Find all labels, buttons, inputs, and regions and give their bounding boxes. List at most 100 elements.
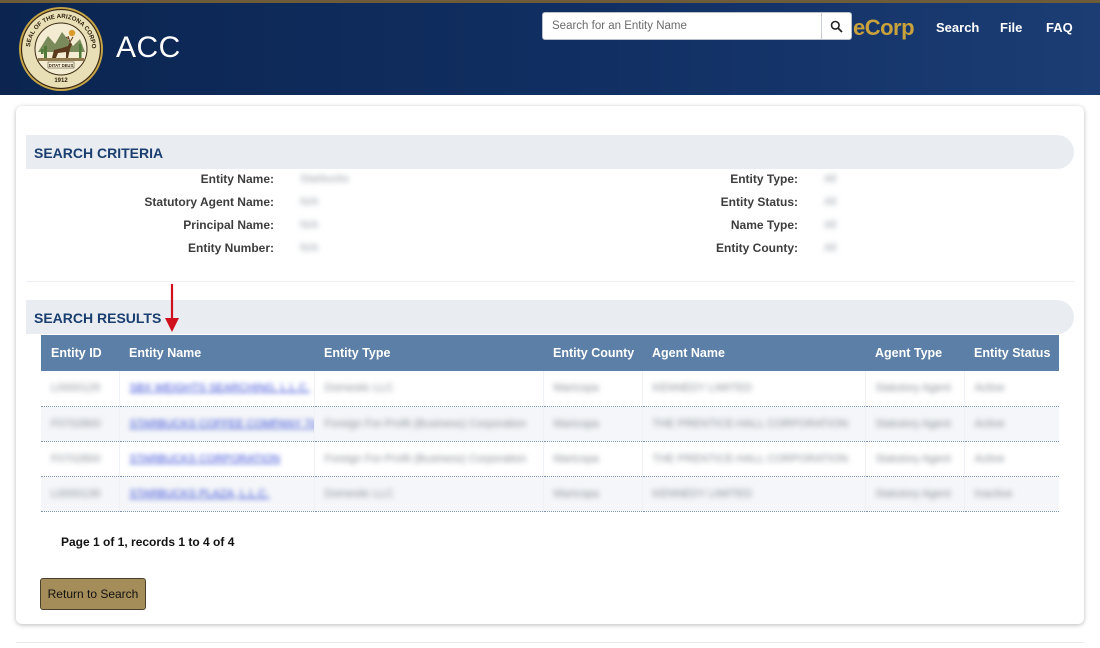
criteria-label-statutory-agent: Statutory Agent Name: [144,195,274,209]
cell-entity-id: L0000129 [41,371,119,407]
cell-entity-county: Maricopa [542,441,642,477]
cell-text: Statutory Agent [875,452,951,465]
cell-entity-status: Active [963,441,1059,477]
nav-search-link[interactable]: Search [936,20,979,35]
cell-text: L0000139 [51,487,100,500]
search-criteria-title: SEARCH CRITERIA [34,145,164,161]
cell-entity-type: Domestic LLC [313,371,543,407]
criteria-label-principal-name: Principal Name: [183,218,274,232]
cell-entity-status: Active [963,371,1059,407]
cell-text: Maricopa [553,487,599,500]
criteria-label-name-type: Name Type: [730,218,798,232]
cell-entity-type: Foreign For-Profit (Business) Corporatio… [313,441,543,477]
cell-agent-type: Statutory Agent [864,406,964,442]
column-header-agent-name[interactable]: Agent Name [642,335,865,371]
cell-entity-type: Foreign For-Profit (Business) Corporatio… [313,406,543,442]
cell-entity-status: Inactive [963,476,1059,512]
column-header-entity-type[interactable]: Entity Type [314,335,543,371]
top-header: SEAL OF THE ARIZONA CORPORATION COMMISSI… [0,0,1100,95]
table-row: F0702800 STARBUCKS CORPORATION Foreign F… [41,441,1059,477]
cell-text: THE PRENTICE-HALL CORPORATION [652,452,849,465]
cell-entity-name: STARBUCKS COFFEE COMPANY 704 [118,406,315,442]
pagination-info: Page 1 of 1, records 1 to 4 of 4 [61,535,235,549]
cell-entity-name: STARBUCKS PLAZA, L.L.C. [118,476,314,512]
cell-text: F0702800 [51,452,101,465]
column-header-entity-county[interactable]: Entity County [543,335,642,371]
cell-agent-name: THE PRENTICE-HALL CORPORATION [641,406,865,442]
criteria-value-name-type: All [824,219,837,231]
table-row: L0000129 SBX WEIGHTS SEARCHING, L.L.C. D… [41,371,1059,407]
cell-text: Active [974,382,1005,395]
search-results-card: SEARCH CRITERIA Entity Name: Starbucks S… [16,106,1084,624]
cell-entity-id: L0000139 [41,476,119,512]
arizona-seal-logo: SEAL OF THE ARIZONA CORPORATION COMMISSI… [18,6,103,91]
cell-text: Foreign For-Profit (Business) Corporatio… [324,452,527,465]
cell-text: Domestic LLC [324,487,394,500]
cell-entity-name: STARBUCKS CORPORATION [118,441,314,477]
red-down-arrow-annotation [165,284,179,332]
criteria-value-entity-county: All [824,242,837,254]
column-header-agent-type[interactable]: Agent Type [865,335,964,371]
column-header-entity-name[interactable]: Entity Name [119,335,314,371]
criteria-value-entity-type: All [824,173,837,185]
nav-faq-link[interactable]: FAQ [1046,20,1073,35]
cell-text: Domestic LLC [324,382,394,395]
cell-text: Inactive [974,487,1013,500]
entity-name-link[interactable]: SBX WEIGHTS SEARCHING, L.L.C. [130,382,310,394]
seal-motto: DITAT DEUS [49,63,74,68]
return-to-search-button[interactable]: Return to Search [40,578,146,610]
cell-agent-name: THE PRENTICE-HALL CORPORATION [641,441,865,477]
column-header-entity-status[interactable]: Entity Status [964,335,1059,371]
cell-agent-name: KENNEDY LIMITED [641,371,865,407]
cell-agent-type: Statutory Agent [864,441,964,477]
cell-entity-id: F0702800 [41,406,119,442]
cell-text: KENNEDY LIMITED [652,382,752,395]
results-header-row: Entity ID Entity Name Entity Type Entity… [41,335,1059,371]
cell-agent-type: Statutory Agent [864,371,964,407]
search-results-header: SEARCH RESULTS [26,300,1074,334]
acc-brand-title[interactable]: ACC [116,31,181,65]
entity-search-box [542,12,852,40]
entity-search-input[interactable] [543,13,821,39]
cell-text: Maricopa [553,452,599,465]
cell-text: Statutory Agent [875,417,951,430]
cell-entity-name: SBX WEIGHTS SEARCHING, L.L.C. [118,371,314,407]
cell-entity-county: Maricopa [542,406,642,442]
cell-agent-name: KENNEDY LIMITED [641,476,865,512]
cell-entity-id: F0702800 [41,441,119,477]
search-icon [830,20,843,33]
criteria-value-entity-number: N/A [300,242,319,254]
search-button[interactable] [821,13,851,39]
entity-name-link[interactable]: STARBUCKS CORPORATION [130,453,281,465]
cell-entity-type: Domestic LLC [313,476,543,512]
cell-text: Statutory Agent [875,382,951,395]
criteria-label-entity-status: Entity Status: [720,195,798,209]
cell-entity-county: Maricopa [542,371,642,407]
cell-text: Maricopa [553,417,599,430]
search-results-title: SEARCH RESULTS [34,310,162,326]
cell-text: Foreign For-Profit (Business) Corporatio… [324,417,527,430]
criteria-value-principal-name: N/A [300,219,319,231]
table-row: L0000139 STARBUCKS PLAZA, L.L.C. Domesti… [41,476,1059,512]
cell-agent-type: Statutory Agent [864,476,964,512]
entity-name-link[interactable]: STARBUCKS PLAZA, L.L.C. [130,488,270,500]
cell-text: Active [974,452,1005,465]
criteria-label-entity-name: Entity Name: [200,172,274,186]
cell-text: Statutory Agent [875,487,951,500]
column-header-entity-id[interactable]: Entity ID [41,335,119,371]
criteria-value-statutory-agent: N/A [300,196,319,208]
seal-year: 1912 [54,78,68,84]
section-divider [26,281,1074,282]
table-row: F0702800 STARBUCKS COFFEE COMPANY 704 Fo… [41,406,1059,442]
criteria-label-entity-county: Entity County: [716,241,798,255]
results-table: Entity ID Entity Name Entity Type Entity… [41,335,1059,512]
criteria-label-entity-number: Entity Number: [187,241,274,255]
ecorp-logo[interactable]: eCorp [853,15,915,41]
cell-text: KENNEDY LIMITED [652,487,752,500]
cell-entity-status: Active [963,406,1059,442]
cell-text: Active [974,417,1005,430]
header-top-stripe [0,0,1100,3]
entity-name-link[interactable]: STARBUCKS COFFEE COMPANY 704 [130,418,315,430]
cell-entity-county: Maricopa [542,476,642,512]
nav-file-link[interactable]: File [1000,20,1022,35]
